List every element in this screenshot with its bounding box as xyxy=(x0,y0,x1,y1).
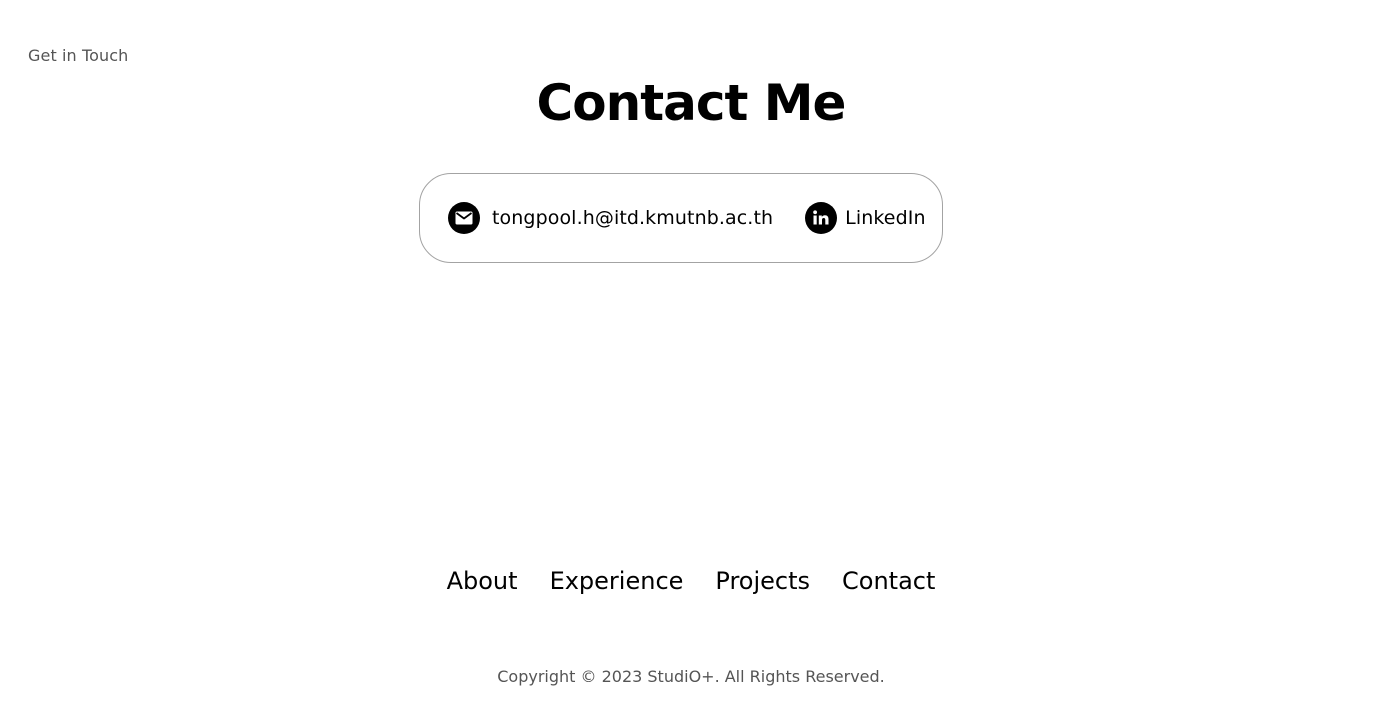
email-address: tongpool.h@itd.kmutnb.ac.th xyxy=(492,207,774,229)
section-eyebrow: Get in Touch xyxy=(28,46,129,65)
contact-page: Get in Touch Contact Me tongpool.h@itd.k… xyxy=(0,0,1382,712)
email-contact-link[interactable]: tongpool.h@itd.kmutnb.ac.th xyxy=(448,202,773,234)
page-title: Contact Me xyxy=(536,74,847,132)
footer-nav-projects[interactable]: Projects xyxy=(715,567,810,595)
linkedin-contact-link[interactable]: LinkedIn xyxy=(805,202,925,234)
mail-icon xyxy=(448,202,480,234)
footer-nav-contact[interactable]: Contact xyxy=(842,567,935,595)
footer-nav-about[interactable]: About xyxy=(447,567,518,595)
footer-nav: About Experience Projects Contact xyxy=(0,567,1382,595)
copyright-text: Copyright © 2023 StudiO+. All Rights Res… xyxy=(497,667,885,686)
linkedin-icon xyxy=(805,202,838,234)
contact-info-card: tongpool.h@itd.kmutnb.ac.th LinkedIn xyxy=(419,173,943,263)
footer-nav-experience[interactable]: Experience xyxy=(550,567,684,595)
linkedin-label: LinkedIn xyxy=(845,207,926,229)
